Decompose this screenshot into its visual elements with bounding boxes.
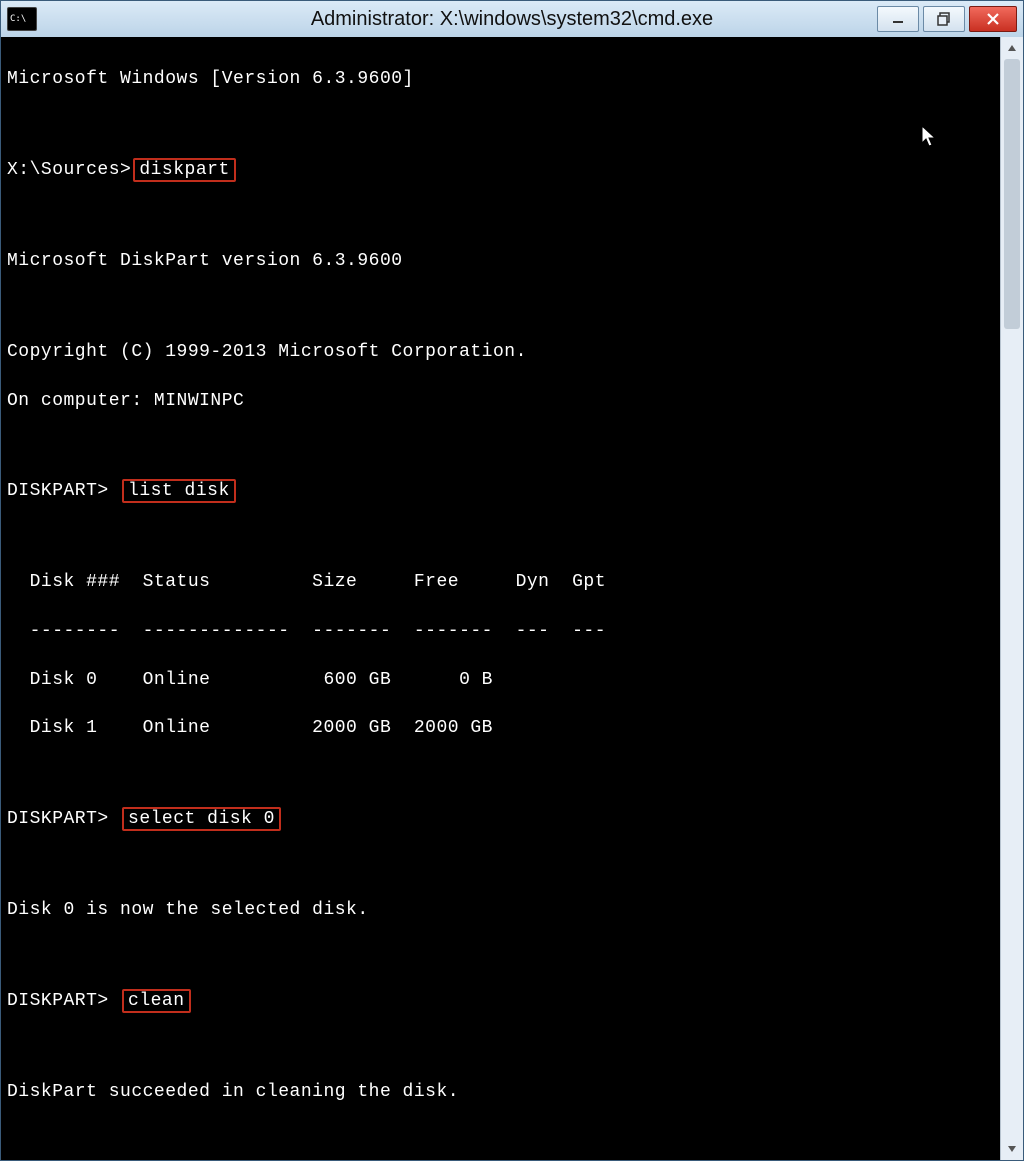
line-version: Microsoft Windows [Version 6.3.9600] bbox=[7, 67, 992, 91]
line-on-computer: On computer: MINWINPC bbox=[7, 389, 992, 413]
table-row: Disk 1 Online 2000 GB 2000 GB bbox=[7, 716, 992, 740]
cmd-clean: clean bbox=[122, 989, 191, 1013]
line-copyright: Copyright (C) 1999-2013 Microsoft Corpor… bbox=[7, 340, 992, 364]
line-list-disk: DISKPART> list disk bbox=[7, 479, 992, 503]
prompt: X:\Sources> bbox=[7, 160, 131, 180]
prompt: DISKPART> bbox=[7, 481, 109, 501]
close-button[interactable] bbox=[969, 6, 1017, 32]
line-diskpart: X:\Sources>diskpart bbox=[7, 158, 992, 182]
line-clean: DISKPART> clean bbox=[7, 989, 992, 1013]
minimize-button[interactable] bbox=[877, 6, 919, 32]
maximize-button[interactable] bbox=[923, 6, 965, 32]
prompt: DISKPART> bbox=[7, 991, 109, 1011]
console-output[interactable]: Microsoft Windows [Version 6.3.9600] X:\… bbox=[1, 37, 1000, 1160]
table-row: Disk 0 Online 600 GB 0 B bbox=[7, 668, 992, 692]
line-dp-version: Microsoft DiskPart version 6.3.9600 bbox=[7, 249, 992, 273]
vertical-scrollbar[interactable] bbox=[1000, 37, 1023, 1160]
scroll-thumb[interactable] bbox=[1004, 59, 1020, 329]
line-select-disk: DISKPART> select disk 0 bbox=[7, 807, 992, 831]
table-divider: -------- ------------- ------- ------- -… bbox=[7, 619, 992, 643]
cmd-select-disk: select disk 0 bbox=[122, 807, 281, 831]
window-controls bbox=[877, 6, 1017, 32]
prompt: DISKPART> bbox=[7, 809, 109, 829]
titlebar[interactable]: C:\ Administrator: X:\windows\system32\c… bbox=[1, 1, 1023, 37]
cmd-window: C:\ Administrator: X:\windows\system32\c… bbox=[0, 0, 1024, 1161]
table-header: Disk ### Status Size Free Dyn Gpt bbox=[7, 570, 992, 594]
cmd-icon: C:\ bbox=[7, 7, 37, 31]
msg-selected-disk: Disk 0 is now the selected disk. bbox=[7, 898, 992, 922]
scroll-down-button[interactable] bbox=[1001, 1138, 1023, 1160]
window-title: Administrator: X:\windows\system32\cmd.e… bbox=[1, 8, 1023, 31]
cmd-diskpart: diskpart bbox=[133, 158, 235, 182]
msg-clean: DiskPart succeeded in cleaning the disk. bbox=[7, 1080, 992, 1104]
client-area: Microsoft Windows [Version 6.3.9600] X:\… bbox=[1, 37, 1023, 1160]
cmd-list-disk: list disk bbox=[122, 479, 236, 503]
scroll-up-button[interactable] bbox=[1001, 37, 1023, 59]
scroll-track[interactable] bbox=[1001, 59, 1023, 1138]
